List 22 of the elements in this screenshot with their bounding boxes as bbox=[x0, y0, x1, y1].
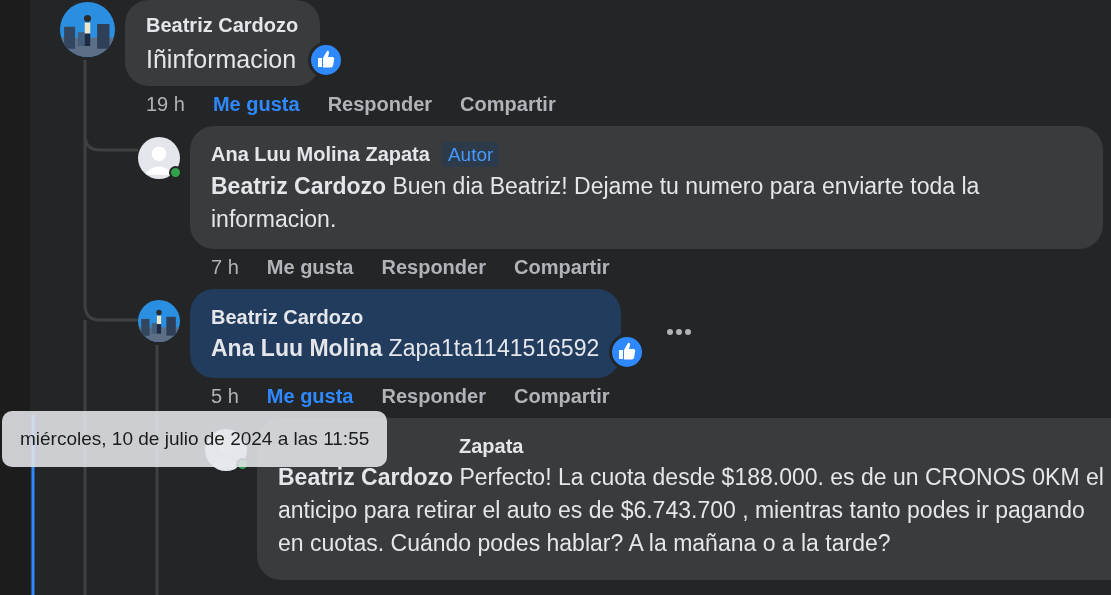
comment-action-link[interactable]: Me gusta bbox=[266, 254, 354, 279]
comment-action-link[interactable]: Compartir bbox=[513, 383, 610, 408]
comment-action-link[interactable]: Responder bbox=[381, 383, 486, 408]
author-name: Ana Luu Molina Zapata bbox=[211, 143, 430, 165]
author-name: Beatriz Cardozo bbox=[211, 305, 364, 328]
comment-time[interactable]: 19 h bbox=[146, 92, 185, 116]
comment-action-link[interactable]: Compartir bbox=[460, 92, 556, 116]
comment-text: Beatriz Cardozo Buen dia Beatriz! Dejame tu numero para enviarte toda la informacion. bbox=[211, 171, 981, 234]
author-name: Beatriz Cardozo bbox=[146, 14, 299, 36]
comment-action-link[interactable]: Compartir bbox=[513, 254, 610, 279]
comment-text: Ana Luu Molina Zapa1ta1141516592 bbox=[211, 333, 600, 363]
comment-time[interactable]: 7 h bbox=[211, 254, 239, 279]
comment-action-link[interactable]: Responder bbox=[327, 92, 433, 116]
author-badge: Autor bbox=[441, 142, 500, 167]
comment-action-link[interactable]: Me gusta bbox=[266, 383, 354, 408]
comment-time[interactable]: 5 h bbox=[211, 383, 239, 408]
comment-action-link[interactable]: Me gusta bbox=[212, 92, 300, 116]
more-options-icon[interactable] bbox=[666, 327, 693, 336]
comment-text: Iñinformacion bbox=[146, 44, 298, 75]
timestamp-tooltip: miércoles, 10 de julio de 2024 a las 11:55 bbox=[2, 411, 388, 467]
comment-action-link[interactable]: Responder bbox=[381, 254, 486, 279]
author-name: Zapata bbox=[459, 434, 524, 457]
